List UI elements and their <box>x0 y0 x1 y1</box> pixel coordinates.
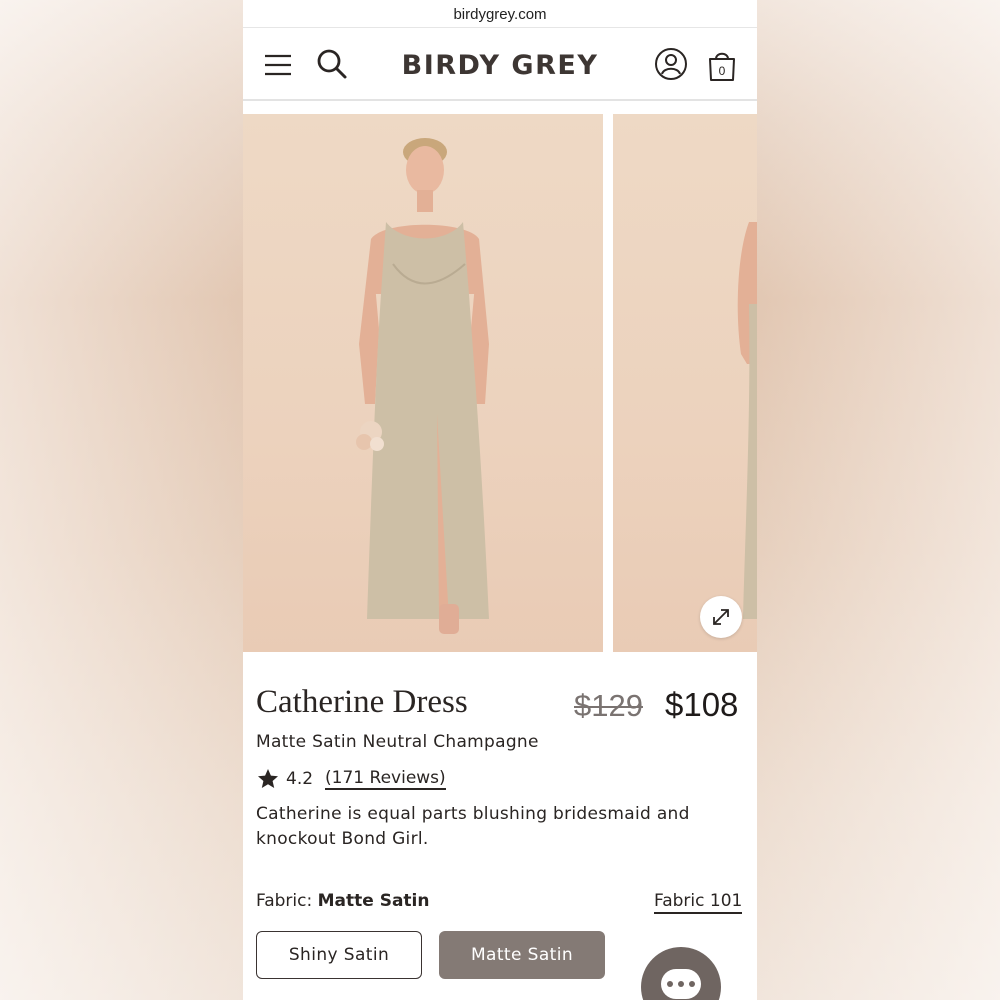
fabric-option-matte-satin[interactable]: Matte Satin <box>439 931 605 979</box>
fabric-option-shiny-satin[interactable]: Shiny Satin <box>256 931 422 979</box>
background-blur-right <box>757 0 1000 1000</box>
menu-button[interactable] <box>261 49 295 81</box>
account-button[interactable] <box>653 46 689 82</box>
product-photo-side[interactable] <box>613 114 757 652</box>
sale-price: $108 <box>665 686 739 723</box>
search-icon <box>317 49 347 79</box>
model-figure <box>356 138 489 634</box>
model-figure-side <box>737 222 757 619</box>
product-variant: Matte Satin Neutral Champagne <box>256 732 539 752</box>
product-description: Catherine is equal parts blushing brides… <box>256 804 690 849</box>
menu-icon <box>265 54 291 76</box>
fabric-label-prefix: Fabric: <box>256 891 313 911</box>
bag-count: 0 <box>719 64 726 78</box>
url-text: birdygrey.com <box>453 5 547 23</box>
chat-icon <box>661 969 701 999</box>
expand-image-button[interactable] <box>700 596 742 638</box>
account-icon <box>655 48 687 80</box>
fabric-label: Fabric: Matte Satin <box>256 891 430 911</box>
address-bar[interactable]: birdygrey.com <box>243 0 757 28</box>
search-button[interactable] <box>315 47 349 81</box>
reviews-link[interactable]: (171 Reviews) <box>325 768 446 790</box>
rating-value: 4.2 <box>286 769 314 789</box>
product-gallery[interactable] <box>243 114 757 652</box>
background-blur-left <box>0 0 243 1000</box>
site-header: BIRDY GREY 0 <box>243 29 757 101</box>
chat-button[interactable] <box>641 947 721 1000</box>
product-title: Catherine Dress <box>256 684 468 720</box>
expand-icon <box>713 609 729 625</box>
star-icon <box>258 769 278 788</box>
shopping-bag-icon: 0 <box>709 52 735 81</box>
product-rating: 4.2 (171 Reviews) <box>256 767 446 791</box>
fabric-selected: Matte Satin <box>317 891 430 911</box>
fabric-101-link[interactable]: Fabric 101 <box>654 891 743 914</box>
original-price: $129 <box>574 688 643 723</box>
product-photo-front[interactable] <box>243 114 603 652</box>
shopping-bag-button[interactable]: 0 <box>704 46 740 84</box>
phone-screen: birdygrey.com BIRDY GREY 0 Catherine Dre… <box>243 0 757 1000</box>
